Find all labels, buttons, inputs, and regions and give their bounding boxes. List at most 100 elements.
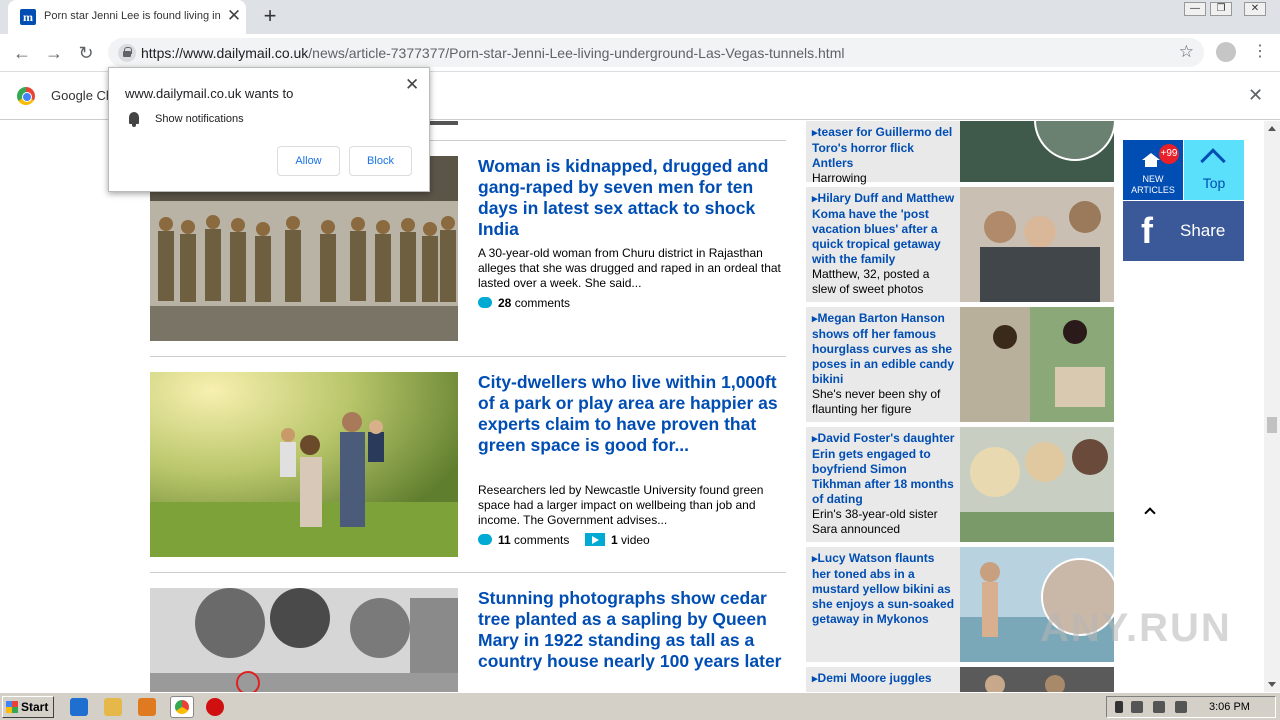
chrome-logo-icon [17,87,35,105]
media-player-icon[interactable] [138,698,156,716]
new-articles-button[interactable]: +99 NEW ARTICLES [1123,140,1183,200]
sidebar-story-image[interactable] [960,307,1114,422]
sidebar-story-image[interactable] [960,121,1114,182]
dialog-close-icon[interactable]: ✕ [405,75,419,95]
page-scrollbar[interactable] [1264,121,1280,692]
dialog-title: www.dailymail.co.uk wants to [125,86,294,101]
scroll-up-arrow-icon[interactable] [1268,126,1276,131]
permission-text: Show notifications [155,113,244,125]
article-headline[interactable]: Woman is kidnapped, drugged and gang-rap… [478,156,786,240]
sidebar-story-sub: Erin's 38-year-old sister Sara announced [812,507,938,536]
video-play-icon [585,533,605,546]
allow-button[interactable]: Allow [277,146,340,176]
comment-bubble-icon [478,534,492,545]
maximize-button[interactable]: ❐ [1210,2,1232,16]
sidebar-story-title[interactable]: Hilary Duff and Matthew Koma have the 'p… [812,191,956,297]
sidebar-story-image[interactable] [960,667,1114,692]
address-bar[interactable]: https://www.dailymail.co.uk/news/article… [108,38,1204,67]
volume-icon[interactable] [1153,701,1165,713]
anyrun-watermark: ANY.RUN [1040,606,1232,650]
antivirus-icon[interactable] [206,698,224,716]
clock[interactable]: 3:06 PM [1209,701,1250,713]
reload-button[interactable]: ↻ [75,42,97,64]
separator [150,572,786,573]
sidebar-story-sub: Matthew, 32, posted a slew of sweet phot… [812,267,930,296]
back-to-top-button[interactable]: Top [1184,140,1244,200]
article-headline[interactable]: Stunning photographs show cedar tree pla… [478,588,786,672]
sidebar-story-image[interactable] [960,187,1114,302]
start-button[interactable]: Start [2,696,54,718]
notification-permission-dialog: www.dailymail.co.uk wants to ✕ Show noti… [108,67,430,192]
new-tab-button[interactable]: + [260,5,280,27]
url-domain: https://www.dailymail.co.uk [141,45,309,61]
sidebar-story-sub: Harrowing [812,171,867,185]
url-text[interactable]: https://www.dailymail.co.uk/news/article… [141,45,844,61]
sidebar-story-title[interactable]: Megan Barton Hanson shows off her famous… [812,311,956,417]
family-park-photo[interactable] [150,372,458,557]
windows-logo-icon [6,701,18,713]
scroll-down-arrow-icon[interactable] [1268,682,1276,687]
top-label: Top [1202,175,1226,191]
video-link[interactable]: 1 video [585,533,650,547]
sidebar-story-title[interactable]: Demi Moore juggles [812,671,956,687]
share-label: Share [1180,221,1226,240]
chrome-taskbar-button[interactable] [170,696,194,718]
comments-count: 11 [498,533,511,547]
video-count: 1 [611,533,618,547]
scrollbar-thumb[interactable] [1267,417,1277,433]
article-headline[interactable]: City-dwellers who live within 1,000ft of… [478,372,786,456]
block-button[interactable]: Block [349,146,412,176]
tray-arrow-icon[interactable] [1115,701,1123,713]
flag-icon[interactable] [1175,701,1187,713]
menu-kebab-icon[interactable]: ⋮ [1252,42,1268,62]
sidebar-story[interactable]: Hilary Duff and Matthew Koma have the 'p… [806,187,1114,302]
cedar-tree-photo[interactable] [150,588,458,692]
sidebar-story-image[interactable] [960,427,1114,542]
browser-tab[interactable]: m Porn star Jenni Lee is found living in… [8,0,246,34]
dailymail-favicon-icon: m [20,9,36,25]
tab-strip: m Porn star Jenni Lee is found living in… [0,0,1280,34]
sidebar-story-sub: She's never been shy of flaunting her fi… [812,387,941,416]
tab-title: Porn star Jenni Lee is found living in [44,10,221,22]
facebook-icon: f [1141,210,1153,251]
sidebar-story-title[interactable]: David Foster's daughter Erin gets engage… [812,431,956,537]
forward-button[interactable]: → [43,42,65,64]
bookmark-star-icon[interactable]: ☆ [1179,42,1194,62]
article-card[interactable]: City-dwellers who live within 1,000ft of… [150,372,786,562]
system-tray: 3:06 PM [1106,696,1276,718]
tab-close-icon[interactable]: ✕ [225,7,243,25]
sidebar-story[interactable]: Megan Barton Hanson shows off her famous… [806,307,1114,422]
facebook-share-button[interactable]: f Share [1123,201,1244,261]
internet-explorer-icon[interactable] [70,698,88,716]
minimize-button[interactable]: — [1184,2,1206,16]
windows-taskbar: Start 3:06 PM [0,692,1280,720]
sidebar-story-title[interactable]: Lucy Watson flaunts her toned abs in a m… [812,551,956,627]
network-icon[interactable] [1131,701,1143,713]
close-window-button[interactable]: ✕ [1244,2,1266,16]
sidebar-story[interactable]: teaser for Guillermo del Toro's horror f… [806,121,1114,185]
comments-label: comments [514,296,571,310]
back-button[interactable]: ← [11,42,33,64]
lock-icon[interactable] [118,44,136,62]
article-summary: A 30-year-old woman from Churu district … [478,246,781,290]
sidebar-story-title[interactable]: teaser for Guillermo del Toro's horror f… [812,125,956,186]
comments-link[interactable]: 28 comments [478,296,570,310]
url-path: /news/article-7377377/Porn-star-Jenni-Le… [308,45,845,61]
comment-bubble-icon [478,297,492,308]
chrome-icon [175,700,189,714]
infobar-close-icon[interactable]: ✕ [1248,85,1263,106]
comments-link[interactable]: 11 comments [478,533,569,547]
sidebar-story[interactable]: David Foster's daughter Erin gets engage… [806,427,1114,542]
new-articles-label: NEW ARTICLES [1131,174,1175,195]
home-icon [1142,153,1160,167]
profile-avatar-icon[interactable] [1216,42,1236,62]
infobar-text: Google Ch [51,88,114,103]
new-articles-badge: +99 [1159,144,1179,164]
video-label: video [621,533,650,547]
sidebar-story[interactable]: Demi Moore juggles [806,667,1114,692]
file-explorer-icon[interactable] [104,698,122,716]
article-summary: Researchers led by Newcastle University … [478,483,764,527]
article-card[interactable]: Stunning photographs show cedar tree pla… [150,588,786,692]
start-label: Start [21,700,49,714]
bell-icon [129,112,139,127]
